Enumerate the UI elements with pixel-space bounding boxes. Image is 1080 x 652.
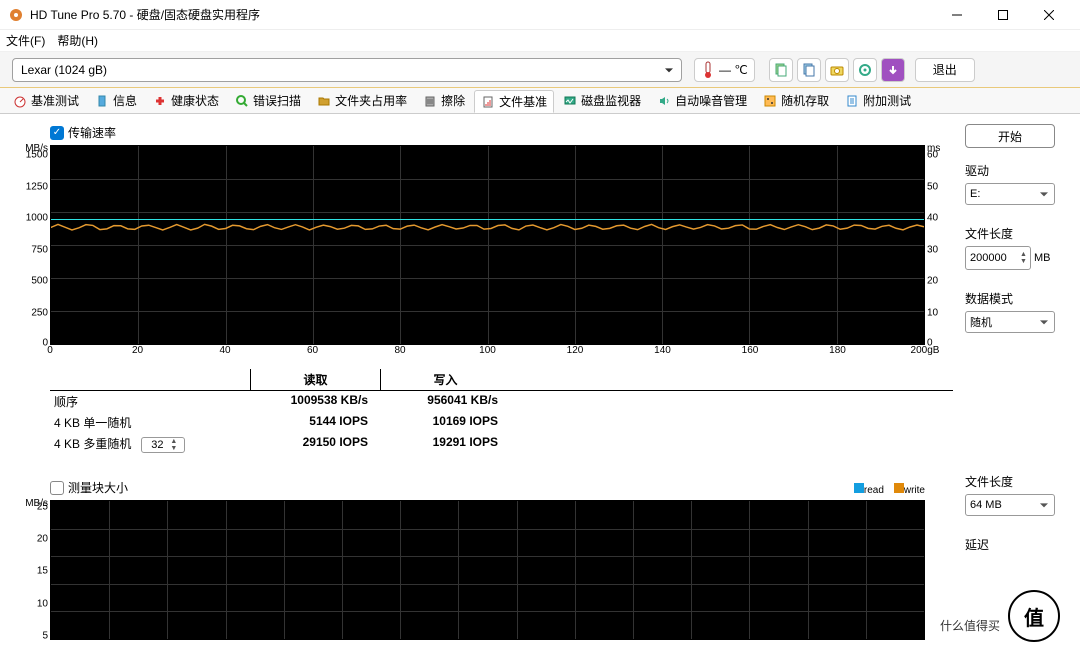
- drive-label: 驱动: [965, 162, 1060, 179]
- minimize-button[interactable]: [934, 0, 980, 30]
- chart2-plot-area: [50, 500, 925, 640]
- copy-info-icon[interactable]: [769, 58, 793, 82]
- temperature-display: — ℃: [694, 58, 755, 82]
- toolbar: Lexar (1024 gB) — ℃ 退出: [0, 52, 1080, 88]
- filelen-label: 文件长度: [965, 225, 1060, 242]
- tab-benchmark[interactable]: 基准测试: [6, 89, 86, 112]
- watermark-text: 什么值得买: [940, 617, 1000, 634]
- spin-down-icon[interactable]: ▼: [170, 445, 182, 452]
- camera-icon[interactable]: [825, 58, 849, 82]
- chart-y-axis-right: ms 60 50 40 30 20 10 0: [925, 145, 953, 345]
- app-icon: [8, 7, 24, 23]
- chart-x-axis: 020406080100120140160180200gB: [50, 345, 925, 361]
- thermometer-icon: [701, 61, 715, 79]
- filelen-spinner[interactable]: ▲▼: [965, 246, 1031, 270]
- table-row: 顺序1009538 KB/s956041 KB/s: [50, 391, 953, 412]
- tab-filebenchmark[interactable]: 文件基准: [474, 90, 554, 113]
- tab-folderusage[interactable]: 文件夹占用率: [310, 89, 414, 112]
- transfer-rate-checkbox[interactable]: [50, 126, 64, 140]
- toolbar-icons: [769, 58, 905, 82]
- chart-y-axis-left: MB/s 1500 1250 1000 750 500 250 0: [20, 145, 50, 345]
- results-header-row: 读取 写入: [50, 369, 953, 391]
- chart2-legend: read write: [854, 483, 925, 496]
- chart2-y-axis: MB/s 25 20 15 10 5: [20, 500, 50, 640]
- table-row: 4 KB 单一随机5144 IOPS10169 IOPS: [50, 412, 953, 433]
- filelen-unit: MB: [1034, 252, 1051, 264]
- transfer-rate-label: 传输速率: [68, 124, 116, 141]
- copy-shot-icon[interactable]: [797, 58, 821, 82]
- block-size-checkbox[interactable]: [50, 481, 64, 495]
- tab-random[interactable]: 随机存取: [756, 89, 836, 112]
- results-col-write: 写入: [380, 369, 510, 390]
- drive-dropdown-value: Lexar (1024 gB): [21, 63, 107, 77]
- tab-monitor[interactable]: 磁盘监视器: [556, 89, 648, 112]
- chart-transfer-rate: MB/s 1500 1250 1000 750 500 250 0 ms 60 …: [20, 145, 953, 345]
- delay-label: 延迟: [965, 536, 1060, 553]
- filelen-input[interactable]: [970, 252, 1020, 264]
- drive-dropdown[interactable]: Lexar (1024 gB): [12, 58, 682, 82]
- legend-write-swatch: [894, 483, 904, 493]
- close-button[interactable]: [1026, 0, 1072, 30]
- tab-health[interactable]: 健康状态: [146, 89, 226, 112]
- tabbar: 基准测试信息健康状态错误扫描文件夹占用率擦除文件基准磁盘监视器自动噪音管理随机存…: [0, 88, 1080, 114]
- chart-block-size: MB/s 25 20 15 10 5: [20, 500, 953, 640]
- spin-up-icon[interactable]: ▲: [170, 438, 182, 445]
- chart-plot-area: [50, 145, 925, 345]
- start-button[interactable]: 开始: [965, 124, 1055, 148]
- temperature-value: — ℃: [719, 63, 748, 77]
- table-row: 4 KB 多重随机▲▼29150 IOPS19291 IOPS: [50, 433, 953, 455]
- filelen2-label: 文件长度: [965, 473, 1060, 490]
- queue-depth-input[interactable]: [144, 439, 170, 451]
- tab-errorscan[interactable]: 错误扫描: [228, 89, 308, 112]
- side-panel: 开始 驱动 E: 文件长度 ▲▼ MB 数据模式 随机 文件长度 64 MB 延…: [965, 124, 1060, 640]
- tab-extra[interactable]: 附加测试: [838, 89, 918, 112]
- watermark-badge: 值: [1008, 590, 1060, 642]
- menu-help[interactable]: 帮助(H): [57, 32, 98, 49]
- block-size-label: 测量块大小: [68, 479, 128, 496]
- titlebar: HD Tune Pro 5.70 - 硬盘/固态硬盘实用程序: [0, 0, 1080, 30]
- tab-aam[interactable]: 自动噪音管理: [650, 89, 754, 112]
- datamode-select[interactable]: 随机: [965, 311, 1055, 333]
- spin-up-icon[interactable]: ▲: [1020, 251, 1027, 258]
- save-icon[interactable]: [881, 58, 905, 82]
- legend-read-swatch: [854, 483, 864, 493]
- queue-depth-spinner[interactable]: ▲▼: [141, 437, 185, 453]
- drive-select[interactable]: E:: [965, 183, 1055, 205]
- spin-down-icon[interactable]: ▼: [1020, 258, 1027, 265]
- content-area: 传输速率 MB/s 1500 1250 1000 750 500 250 0 m…: [0, 114, 1080, 650]
- menu-file[interactable]: 文件(F): [6, 32, 45, 49]
- datamode-label: 数据模式: [965, 290, 1060, 307]
- main-column: 传输速率 MB/s 1500 1250 1000 750 500 250 0 m…: [20, 124, 953, 640]
- results-table: 读取 写入 顺序1009538 KB/s956041 KB/s4 KB 单一随机…: [50, 369, 953, 455]
- filelen2-select[interactable]: 64 MB: [965, 494, 1055, 516]
- exit-button[interactable]: 退出: [915, 58, 975, 82]
- window-title: HD Tune Pro 5.70 - 硬盘/固态硬盘实用程序: [30, 6, 934, 23]
- maximize-button[interactable]: [980, 0, 1026, 30]
- tab-info[interactable]: 信息: [88, 89, 144, 112]
- menubar: 文件(F) 帮助(H): [0, 30, 1080, 52]
- results-col-read: 读取: [250, 369, 380, 390]
- tab-erase[interactable]: 擦除: [416, 89, 472, 112]
- options-icon[interactable]: [853, 58, 877, 82]
